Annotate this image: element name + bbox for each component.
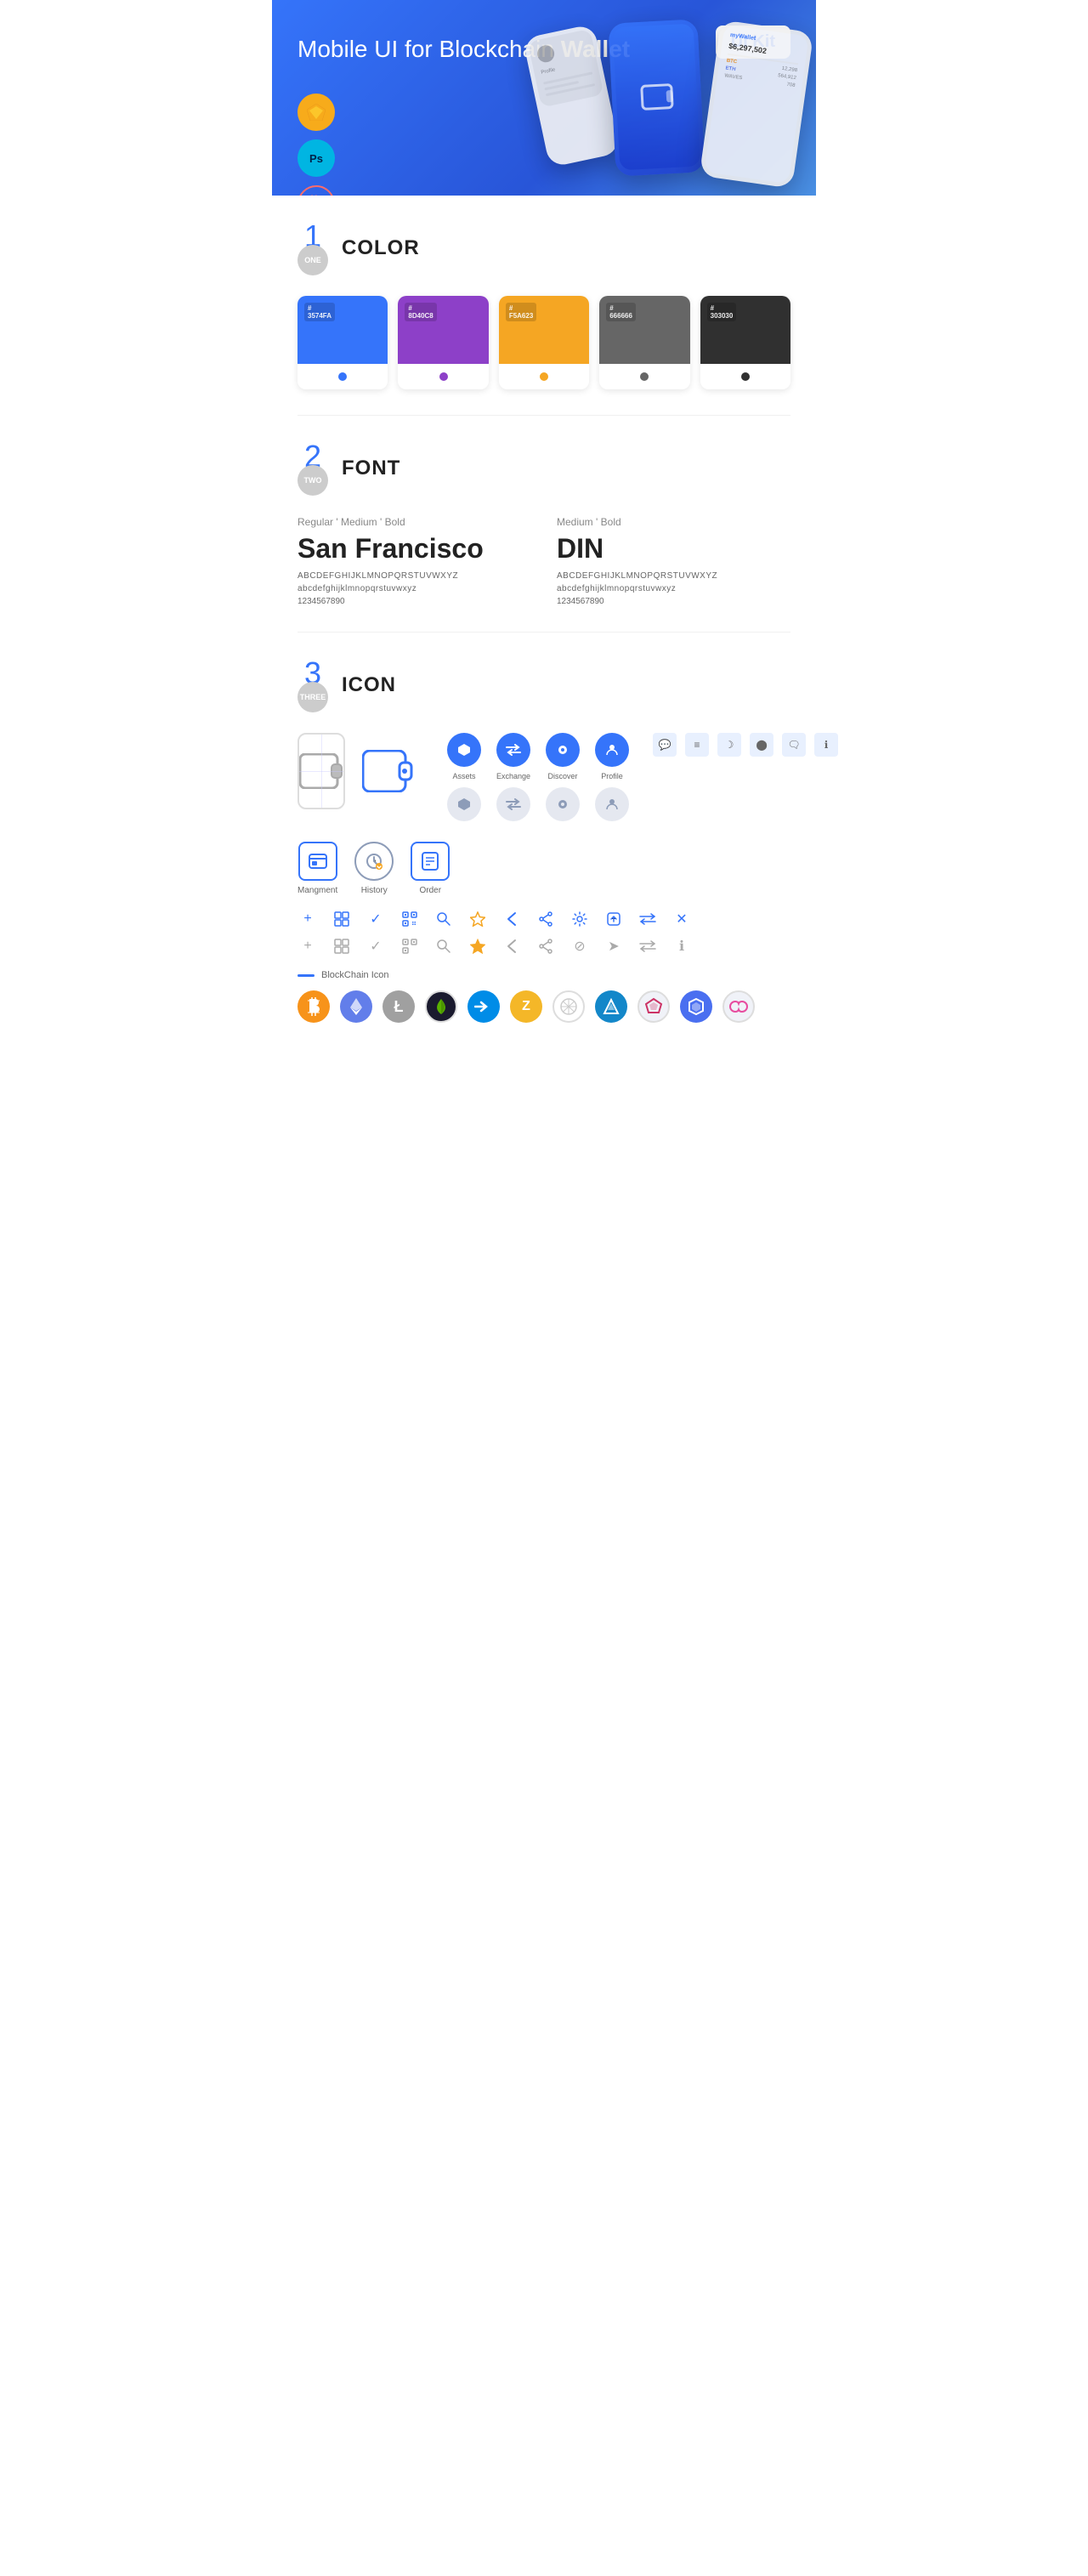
icon-grid-edit	[332, 909, 352, 929]
font-din: Medium ' Bold DIN ABCDEFGHIJKLMNOPQRSTUV…	[557, 516, 790, 606]
nav-assets-active: Assets	[447, 733, 481, 780]
nav-profile-inactive	[595, 787, 629, 821]
font-sf: Regular ' Medium ' Bold San Francisco AB…	[298, 516, 531, 606]
swatch-blue: #3574FA	[298, 296, 388, 389]
swatch-mid-gray: #666666	[599, 296, 689, 389]
crypto-band-1	[680, 990, 712, 1023]
nav-exchange-active: Exchange	[496, 733, 530, 780]
crypto-icons-row: Ł Z	[298, 990, 790, 1023]
small-icons-active: + ✓ ✕	[298, 909, 790, 929]
font-section-header: 2 TWO FONT	[298, 441, 790, 496]
icon-moon: ☽	[717, 733, 741, 757]
icon-info: ℹ	[814, 733, 838, 757]
hero-section: Mobile UI for Blockchain Wallet UI Kit P…	[272, 0, 816, 196]
icon-share-gray	[536, 936, 556, 956]
icon-qr-gray	[400, 936, 420, 956]
crypto-dash	[468, 990, 500, 1023]
phone-3: myWallet $6,297,502 BTC 12,298 ETH 564,9…	[700, 20, 814, 189]
wallet-blue-icon	[362, 733, 413, 809]
icon-circle-fill: ⬤	[750, 733, 774, 757]
icon-grid-edit-gray	[332, 936, 352, 956]
section-num-2: 2 TWO	[298, 441, 328, 496]
icon-plus-gray: +	[298, 936, 318, 956]
icon-top-row: Assets Exchange Discover	[298, 733, 790, 821]
font-grid: Regular ' Medium ' Bold San Francisco AB…	[298, 516, 790, 606]
swatch-orange: #F5A623	[499, 296, 589, 389]
nav-icons-active: Assets Exchange Discover	[447, 733, 629, 821]
icon-swap	[638, 909, 658, 929]
nav-profile-active: Profile	[595, 733, 629, 780]
icon-settings	[570, 909, 590, 929]
icon-search-gray	[434, 936, 454, 956]
small-icons-inactive: + ✓ ⊘ ➤ ℹ	[298, 936, 790, 956]
app-management: Mangment	[298, 842, 337, 895]
icon-check-gray: ✓	[366, 936, 386, 956]
icon-back	[502, 909, 522, 929]
crypto-band-2	[722, 990, 755, 1023]
icon-stack: ≡	[685, 733, 709, 757]
swatch-dark: #303030	[700, 296, 790, 389]
swatch-gray-blue: #8D40C8	[398, 296, 488, 389]
divider-2	[298, 632, 790, 633]
icon-app-row: Mangment History	[298, 842, 790, 895]
icon-search	[434, 909, 454, 929]
wallet-grid-icon	[298, 733, 345, 809]
crypto-stratis	[595, 990, 627, 1023]
icon-blocked-gray: ⊘	[570, 936, 590, 956]
screens-badge: 60+Screens	[298, 185, 335, 196]
phone-1: Profile	[523, 24, 620, 167]
icon-share	[536, 909, 556, 929]
blockchain-label: BlockChain Icon	[298, 970, 790, 980]
icon-star-gray	[468, 936, 488, 956]
icon-check: ✓	[366, 909, 386, 929]
app-history: History	[354, 842, 394, 895]
crypto-grid	[552, 990, 585, 1023]
section-num-1: 1 ONE	[298, 221, 328, 275]
nav-discover-inactive	[546, 787, 580, 821]
ps-badge: Ps	[298, 139, 335, 177]
crypto-ark	[638, 990, 670, 1023]
icon-info-gray: ℹ	[672, 936, 692, 956]
additional-small-icons: 💬 ≡ ☽ ⬤ 🗨 ℹ	[653, 733, 838, 757]
hero-badges: Ps 60+Screens	[298, 94, 335, 196]
icon-close: ✕	[672, 909, 692, 929]
nav-discover-active: Discover	[546, 733, 580, 780]
sketch-badge	[298, 94, 335, 131]
crypto-ethereum	[340, 990, 372, 1023]
section-num-3: 3 THREE	[298, 658, 328, 712]
divider-1	[298, 415, 790, 416]
crypto-zcash: Z	[510, 990, 542, 1023]
nav-exchange-inactive	[496, 787, 530, 821]
phone-mockups: Profile myWallet $6,297,502 BTC 12,298	[493, 17, 816, 187]
icon-plus: +	[298, 909, 318, 929]
crypto-bitcoin	[298, 990, 330, 1023]
icon-upload	[604, 909, 624, 929]
crypto-neo	[425, 990, 457, 1023]
icon-back-gray	[502, 936, 522, 956]
icon-swap-gray	[638, 936, 658, 956]
icon-section-header: 3 THREE ICON	[298, 658, 790, 712]
icon-comment: 🗨	[782, 733, 806, 757]
main-content: 1 ONE COLOR #3574FA #8D40C8 #F5A623	[272, 196, 816, 1048]
icon-speech: 💬	[653, 733, 677, 757]
color-swatches: #3574FA #8D40C8 #F5A623 #666666	[298, 296, 790, 389]
color-section-header: 1 ONE COLOR	[298, 221, 790, 275]
crypto-litecoin: Ł	[382, 990, 415, 1023]
phone-2	[608, 19, 705, 176]
icon-qr	[400, 909, 420, 929]
nav-assets-inactive	[447, 787, 481, 821]
icon-star	[468, 909, 488, 929]
app-order: Order	[411, 842, 450, 895]
icon-forward-gray: ➤	[604, 936, 624, 956]
